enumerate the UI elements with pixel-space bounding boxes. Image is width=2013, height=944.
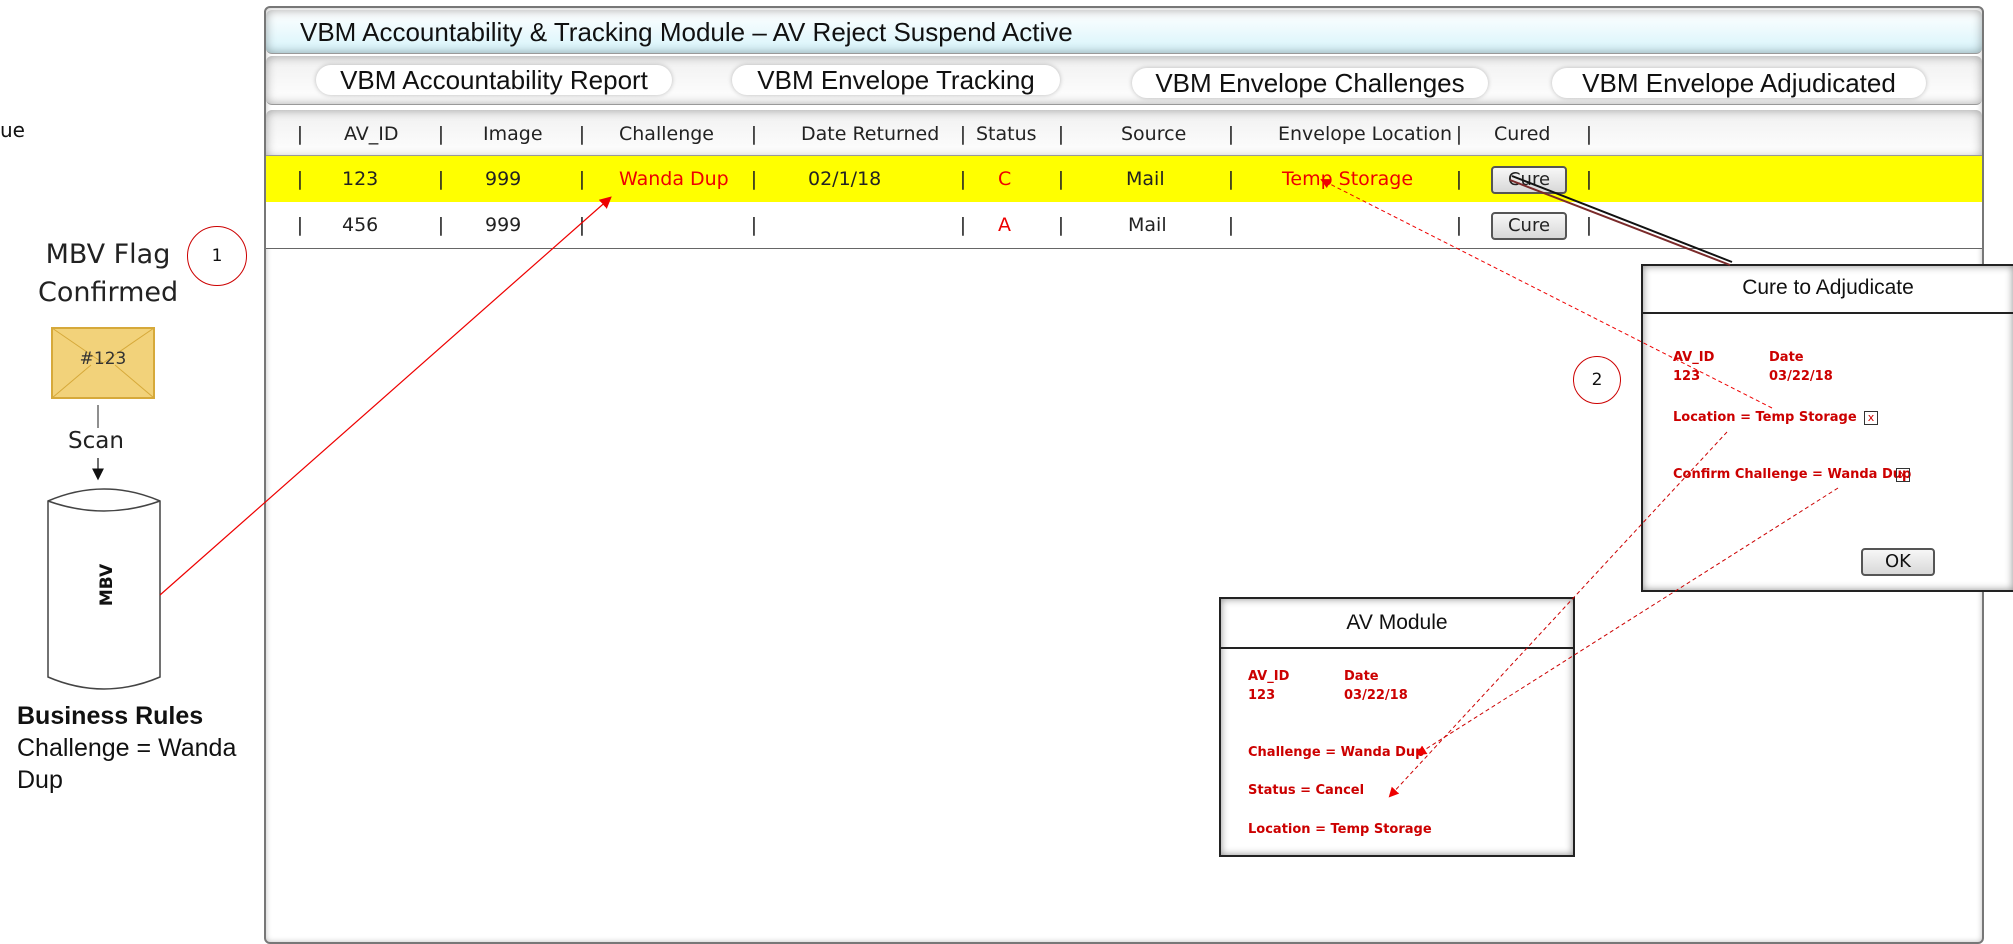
cell-av-id: 456 (342, 214, 379, 236)
col-separator: | (1057, 214, 1065, 236)
cure-date-value: 03/22/18 (1769, 369, 1833, 384)
table-row[interactable]: | 456 | 999 | | | A | Mail | | Cure | (266, 202, 1982, 249)
col-separator: | (1227, 123, 1235, 145)
col-separator: | (750, 168, 758, 190)
confirm-challenge-line: Confirm Challenge = Wanda Dup (1673, 467, 1912, 482)
dialog-divider (1221, 647, 1573, 649)
step-2-marker: 2 (1573, 356, 1621, 404)
col-separator: | (1455, 214, 1463, 236)
col-separator: | (296, 214, 304, 236)
header-envelope-location: Envelope Location (1278, 123, 1453, 145)
cure-av-id-value: 123 (1673, 369, 1701, 384)
window-title: VBM Accountability & Tracking Module – A… (300, 17, 1073, 47)
col-separator: | (578, 214, 586, 236)
ok-button[interactable]: OK (1861, 548, 1935, 576)
business-rules-title: Business Rules (17, 702, 204, 730)
business-rules-line1: Challenge = Wanda (17, 734, 237, 762)
envelope-label: #123 (79, 349, 127, 369)
header-challenge: Challenge (619, 123, 714, 145)
col-separator: | (578, 123, 586, 145)
flag-title-line2: Confirmed (38, 277, 179, 308)
cure-location-line: Location = Temp Storage (1673, 410, 1857, 425)
col-separator: | (1585, 168, 1593, 190)
confirm-challenge-checkbox[interactable]: x (1896, 468, 1910, 482)
db-label: MBV (97, 563, 117, 607)
header-av-id: AV_ID (344, 123, 399, 145)
tab-envelope-adjudicated[interactable]: VBM Envelope Adjudicated (1552, 68, 1926, 98)
col-separator: | (1455, 123, 1463, 145)
table-row[interactable]: | 123 | 999 | Wanda Dup | 02/1/18 | C | … (266, 155, 1982, 203)
title-bar: VBM Accountability & Tracking Module – A… (266, 10, 1982, 54)
date-label: Date (1344, 669, 1379, 684)
status-line: Status = Cancel (1248, 783, 1365, 798)
date-value: 03/22/18 (1344, 688, 1408, 703)
col-separator: | (296, 123, 304, 145)
cell-status: C (998, 168, 1012, 190)
dialog-divider (1643, 312, 2013, 314)
col-separator: | (1455, 168, 1463, 190)
col-separator: | (437, 214, 445, 236)
col-separator: | (750, 123, 758, 145)
av-module-title: AV Module (1346, 611, 1448, 634)
header-image: Image (483, 123, 543, 145)
tab-bar: VBM Accountability Report VBM Envelope T… (266, 56, 1982, 105)
mbv-database-icon: MBV (45, 485, 163, 693)
business-rules-line2: Dup (17, 766, 63, 794)
header-status: Status (976, 123, 1037, 145)
tab-envelope-tracking[interactable]: VBM Envelope Tracking (732, 65, 1060, 95)
col-separator: | (1227, 168, 1235, 190)
cell-av-id: 123 (342, 168, 379, 190)
col-separator: | (1585, 214, 1593, 236)
av-id-label: AV_ID (1248, 669, 1290, 684)
cell-source: Mail (1126, 168, 1165, 190)
scan-label: Scan (68, 428, 124, 454)
col-separator: | (437, 168, 445, 190)
flag-title: MBV Flag Confirmed (38, 236, 178, 312)
col-separator: | (1585, 123, 1593, 145)
cure-dialog-title: Cure to Adjudicate (1742, 276, 1914, 299)
col-separator: | (1057, 123, 1065, 145)
location-checkbox[interactable]: x (1864, 411, 1878, 425)
col-separator: | (437, 123, 445, 145)
envelope-icon: #123 (51, 327, 155, 399)
header-source: Source (1121, 123, 1187, 145)
col-separator: | (959, 214, 967, 236)
cure-button[interactable]: Cure (1491, 212, 1567, 240)
col-separator: | (1227, 214, 1235, 236)
header-date-returned: Date Returned (801, 123, 940, 145)
col-separator: | (578, 168, 586, 190)
cell-source: Mail (1128, 214, 1167, 236)
cell-date-returned: 02/1/18 (808, 168, 882, 190)
table-header: | AV_ID | Image | Challenge | Date Retur… (266, 110, 1982, 159)
cut-off-text: ue (0, 118, 25, 142)
location-line: Location = Temp Storage (1248, 822, 1432, 837)
col-separator: | (959, 168, 967, 190)
cell-challenge: Wanda Dup (619, 168, 729, 190)
cure-date-label: Date (1769, 350, 1804, 365)
cure-av-id-label: AV_ID (1673, 350, 1715, 365)
challenge-line: Challenge = Wanda Dup (1248, 745, 1425, 760)
step-1-marker: 1 (187, 226, 247, 286)
col-separator: | (1057, 168, 1065, 190)
flag-title-line1: MBV Flag (45, 239, 171, 270)
col-separator: | (296, 168, 304, 190)
tab-envelope-challenges[interactable]: VBM Envelope Challenges (1132, 68, 1488, 98)
cell-image: 999 (485, 214, 522, 236)
cell-envelope-location: Temp Storage (1282, 168, 1414, 190)
business-rules: Business Rules Challenge = Wanda Dup (17, 700, 262, 796)
cure-to-adjudicate-dialog: Cure to Adjudicate AV_ID Date 123 03/22/… (1641, 264, 2013, 592)
col-separator: | (959, 123, 967, 145)
col-separator: | (750, 214, 758, 236)
cell-status: A (998, 214, 1011, 236)
header-cured: Cured (1494, 123, 1551, 145)
cure-button[interactable]: Cure (1491, 166, 1567, 194)
av-module-dialog: AV Module AV_ID Date 123 03/22/18 Challe… (1219, 597, 1575, 857)
av-id-value: 123 (1248, 688, 1276, 703)
cell-image: 999 (485, 168, 522, 190)
tab-accountability-report[interactable]: VBM Accountability Report (316, 65, 672, 95)
